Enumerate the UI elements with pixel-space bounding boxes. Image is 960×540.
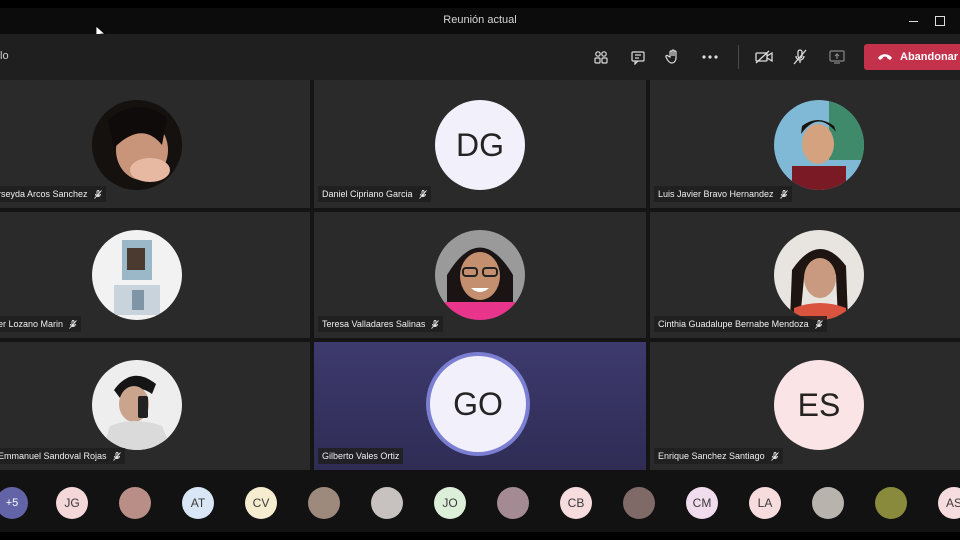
strip-avatar[interactable]: LA	[749, 487, 781, 519]
participant-photo	[774, 100, 864, 190]
mic-muted-icon	[69, 319, 77, 329]
strip-avatar-photo[interactable]	[308, 487, 340, 519]
meeting-toolbar: lo Abandonar	[0, 34, 960, 80]
minimize-button[interactable]	[906, 13, 922, 29]
participant-name-tag: Emmanuel Sandoval Rojas	[0, 448, 125, 464]
participant-photo	[435, 230, 525, 320]
mic-muted-icon	[93, 189, 102, 199]
participant-name-tag: Enrique Sanchez Santiago	[654, 448, 783, 464]
participant-tile[interactable]: Cinthia Guadalupe Bernabe Mendoza	[650, 212, 960, 338]
participant-name-tag: er Lozano Marin	[0, 316, 82, 332]
strip-avatar-photo[interactable]	[119, 487, 151, 519]
strip-avatar-photo[interactable]	[497, 487, 529, 519]
participant-photo	[92, 230, 182, 320]
title-bar: Reunión actual	[0, 8, 960, 34]
participants-icon[interactable]	[590, 46, 612, 68]
participant-name: er Lozano Marin	[0, 319, 64, 329]
strip-avatar[interactable]: CB	[560, 487, 592, 519]
participant-name: Luis Javier Bravo Hernandez	[658, 189, 774, 199]
participant-photo	[774, 230, 864, 320]
participant-avatar: GO	[430, 356, 526, 452]
participant-name: Emmanuel Sandoval Rojas	[0, 451, 107, 461]
participant-name: Enrique Sanchez Santiago	[658, 451, 765, 461]
strip-avatar-photo[interactable]	[812, 487, 844, 519]
strip-avatar[interactable]: CM	[686, 487, 718, 519]
raise-hand-icon[interactable]	[662, 46, 684, 68]
participant-name: Cinthia Guadalupe Bernabe Mendoza	[658, 319, 809, 329]
toolbar-divider	[738, 45, 739, 69]
window-title: Reunión actual	[443, 14, 517, 26]
mic-off-icon[interactable]	[789, 46, 811, 68]
participant-name: Gilberto Vales Ortiz	[322, 451, 400, 461]
participant-avatar: ES	[774, 360, 864, 450]
share-screen-icon[interactable]	[826, 46, 848, 68]
participant-photo	[92, 360, 182, 450]
strip-avatar[interactable]: JO	[434, 487, 466, 519]
participant-strip: +5 JG AT CV JO CB CM LA AS	[0, 470, 960, 532]
strip-avatar[interactable]: AS	[938, 487, 960, 519]
leave-meeting-button[interactable]: Abandonar	[864, 44, 960, 70]
mic-muted-icon	[779, 189, 788, 199]
participant-tile-active-speaker[interactable]: GO Gilberto Vales Ortiz	[314, 342, 646, 470]
mic-muted-icon	[770, 451, 779, 461]
participant-name: Daniel Cipriano Garcia	[322, 189, 413, 199]
participant-name-tag: Cinthia Guadalupe Bernabe Mendoza	[654, 316, 827, 332]
participant-name-tag: Teresa Valladares Salinas	[318, 316, 444, 332]
participant-photo	[92, 100, 182, 190]
participant-tile[interactable]: rseyda Arcos Sanchez	[0, 80, 310, 208]
video-grid: rseyda Arcos Sanchez DG Daniel Cipriano …	[0, 80, 960, 470]
participant-name-tag: rseyda Arcos Sanchez	[0, 186, 106, 202]
strip-avatar-photo[interactable]	[623, 487, 655, 519]
mic-muted-icon	[418, 189, 427, 199]
mic-muted-icon	[814, 319, 823, 329]
meeting-timer: lo	[0, 50, 9, 62]
participant-name-tag: Daniel Cipriano Garcia	[318, 186, 431, 202]
camera-off-icon[interactable]	[753, 46, 775, 68]
chat-icon[interactable]	[627, 46, 649, 68]
strip-avatar[interactable]: JG	[56, 487, 88, 519]
participant-tile[interactable]: Luis Javier Bravo Hernandez	[650, 80, 960, 208]
participant-avatar: DG	[435, 100, 525, 190]
mic-muted-icon	[112, 451, 121, 461]
more-participants-button[interactable]: +5	[0, 487, 28, 519]
participant-tile[interactable]: ES Enrique Sanchez Santiago	[650, 342, 960, 470]
mic-muted-icon	[431, 319, 440, 329]
restore-button[interactable]	[932, 13, 948, 29]
participant-name-tag: Gilberto Vales Ortiz	[318, 448, 404, 464]
strip-avatar-photo[interactable]	[371, 487, 403, 519]
strip-avatar[interactable]: AT	[182, 487, 214, 519]
hang-up-icon	[878, 53, 892, 61]
more-options-icon[interactable]	[699, 46, 721, 68]
strip-avatar-photo[interactable]	[875, 487, 907, 519]
leave-meeting-label: Abandonar	[900, 51, 959, 63]
strip-avatar[interactable]: CV	[245, 487, 277, 519]
participant-name: rseyda Arcos Sanchez	[0, 189, 88, 199]
participant-name: Teresa Valladares Salinas	[322, 319, 426, 329]
participant-tile[interactable]: Emmanuel Sandoval Rojas	[0, 342, 310, 470]
participant-tile[interactable]: Teresa Valladares Salinas	[314, 212, 646, 338]
participant-tile[interactable]: er Lozano Marin	[0, 212, 310, 338]
participant-tile[interactable]: DG Daniel Cipriano Garcia	[314, 80, 646, 208]
participant-name-tag: Luis Javier Bravo Hernandez	[654, 186, 792, 202]
